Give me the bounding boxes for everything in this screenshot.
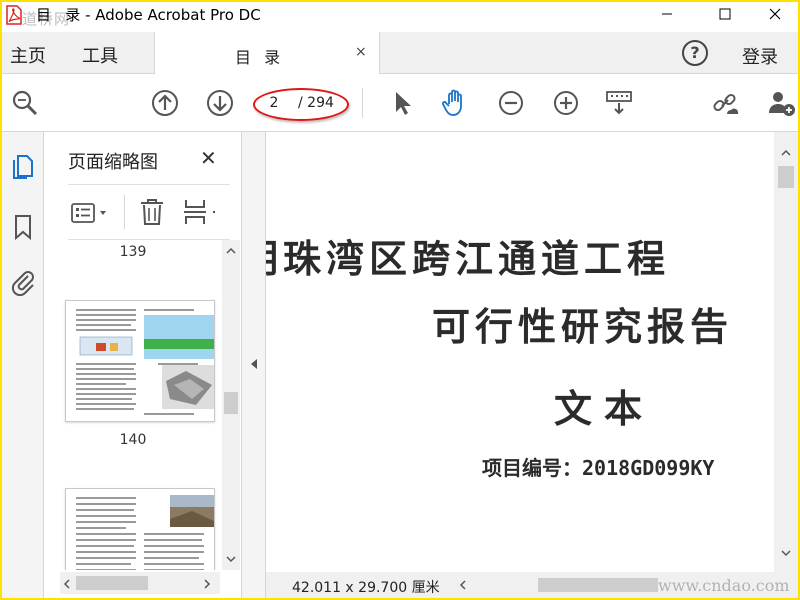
- page-thumbnail[interactable]: [65, 488, 215, 570]
- page-up-icon[interactable]: [150, 88, 180, 118]
- panel-splitter[interactable]: [242, 132, 266, 598]
- thumbnails-panel: 页面缩略图 ✕ 139 140: [44, 132, 242, 598]
- login-button[interactable]: 登录: [742, 43, 778, 69]
- toolbar-divider: [362, 88, 363, 118]
- scroll-down-arrow-icon[interactable]: [225, 554, 237, 564]
- scroll-thumb[interactable]: [538, 578, 658, 592]
- page-thumbnail[interactable]: [65, 300, 215, 422]
- thumbnail-preview-image: [76, 309, 214, 415]
- scroll-up-arrow-icon[interactable]: [780, 148, 792, 158]
- document-title-line: 明珠湾区跨江通道工程: [266, 237, 671, 281]
- thumbnail-vertical-scrollbar[interactable]: [222, 240, 240, 570]
- left-navigation-rail: [2, 132, 44, 598]
- window-title: 目 录 - Adobe Acrobat Pro DC: [36, 6, 261, 24]
- watermark-url: www.cndao.com: [658, 576, 790, 595]
- thumbnail-toolbar: [68, 184, 230, 240]
- bookmark-icon[interactable]: [8, 212, 38, 242]
- add-user-icon[interactable]: [766, 88, 796, 118]
- menu-home[interactable]: 主页: [10, 42, 46, 68]
- document-subtitle-line: 可行性研究报告: [432, 305, 734, 349]
- thumbnail-list: 139 140: [44, 240, 222, 570]
- share-link-icon[interactable]: [710, 88, 740, 118]
- scroll-right-arrow-icon[interactable]: [202, 578, 212, 590]
- page-thumbnails-icon[interactable]: [8, 152, 38, 182]
- project-number: 项目编号：2018GD099KY: [482, 456, 715, 480]
- hand-tool-icon[interactable]: [440, 88, 470, 118]
- zoom-in-icon[interactable]: [551, 88, 581, 118]
- minimize-icon: [662, 13, 672, 15]
- scroll-thumb[interactable]: [778, 166, 794, 188]
- scroll-down-arrow-icon[interactable]: [780, 548, 792, 558]
- menu-bar: 主页 工具 目 录 × ? 登录: [2, 32, 798, 75]
- attachment-icon[interactable]: [8, 266, 38, 296]
- help-button[interactable]: ?: [682, 40, 708, 66]
- zoom-out-icon[interactable]: [496, 88, 526, 118]
- panel-title: 页面缩略图: [68, 152, 158, 173]
- acrobat-logo-icon: [6, 5, 22, 25]
- close-button[interactable]: [752, 2, 798, 26]
- options-menu-icon[interactable]: [70, 199, 114, 227]
- toolbar: 2 / 294: [2, 74, 798, 132]
- close-icon: [769, 8, 781, 20]
- page-down-icon[interactable]: [205, 88, 235, 118]
- document-vertical-scrollbar[interactable]: [774, 132, 798, 572]
- trash-icon[interactable]: [138, 197, 166, 227]
- document-status-bar: 42.011 x 29.700 厘米 www.cndao.com: [266, 572, 798, 598]
- document-tab-label: 目 录: [235, 48, 285, 67]
- document-type-line: 文本: [554, 387, 655, 431]
- title-bar: 道桥网 目 录 - Adobe Acrobat Pro DC: [2, 2, 798, 28]
- minimize-button[interactable]: [644, 2, 690, 26]
- thumbnail-page-label: 140: [119, 432, 147, 448]
- scroll-up-arrow-icon[interactable]: [225, 246, 237, 256]
- scroll-left-arrow-icon[interactable]: [458, 579, 468, 591]
- select-arrow-icon[interactable]: [388, 88, 418, 118]
- document-tab[interactable]: 目 录 ×: [154, 32, 380, 75]
- collapse-panel-icon[interactable]: [250, 358, 258, 370]
- menu-tools[interactable]: 工具: [82, 42, 118, 68]
- tool-divider: [124, 195, 125, 229]
- thumbnail-preview-image: [76, 495, 214, 570]
- tab-close-button[interactable]: ×: [355, 44, 367, 60]
- document-view: 明珠湾区跨江通道工程 可行性研究报告 文本 项目编号：2018GD099KY 4…: [266, 132, 798, 598]
- panel-close-button[interactable]: ✕: [200, 146, 217, 170]
- scroll-left-arrow-icon[interactable]: [62, 578, 72, 590]
- thumbnail-horizontal-scrollbar[interactable]: [60, 572, 220, 594]
- insert-page-icon[interactable]: [182, 197, 218, 227]
- keyboard-selector-icon[interactable]: [604, 88, 634, 118]
- zoom-search-icon[interactable]: [10, 88, 40, 118]
- thumbnail-page-label: 139: [119, 244, 147, 260]
- maximize-icon: [719, 8, 731, 20]
- scroll-thumb[interactable]: [224, 392, 238, 414]
- acrobat-window: 道桥网 目 录 - Adobe Acrobat Pro DC 主页 工具 目 录…: [2, 2, 798, 598]
- pdf-page: 明珠湾区跨江通道工程 可行性研究报告 文本 项目编号：2018GD099KY: [266, 132, 774, 572]
- red-highlight-annotation: [253, 88, 349, 121]
- scroll-thumb[interactable]: [76, 576, 148, 590]
- page-dimensions: 42.011 x 29.700 厘米: [292, 580, 440, 596]
- maximize-button[interactable]: [702, 2, 748, 26]
